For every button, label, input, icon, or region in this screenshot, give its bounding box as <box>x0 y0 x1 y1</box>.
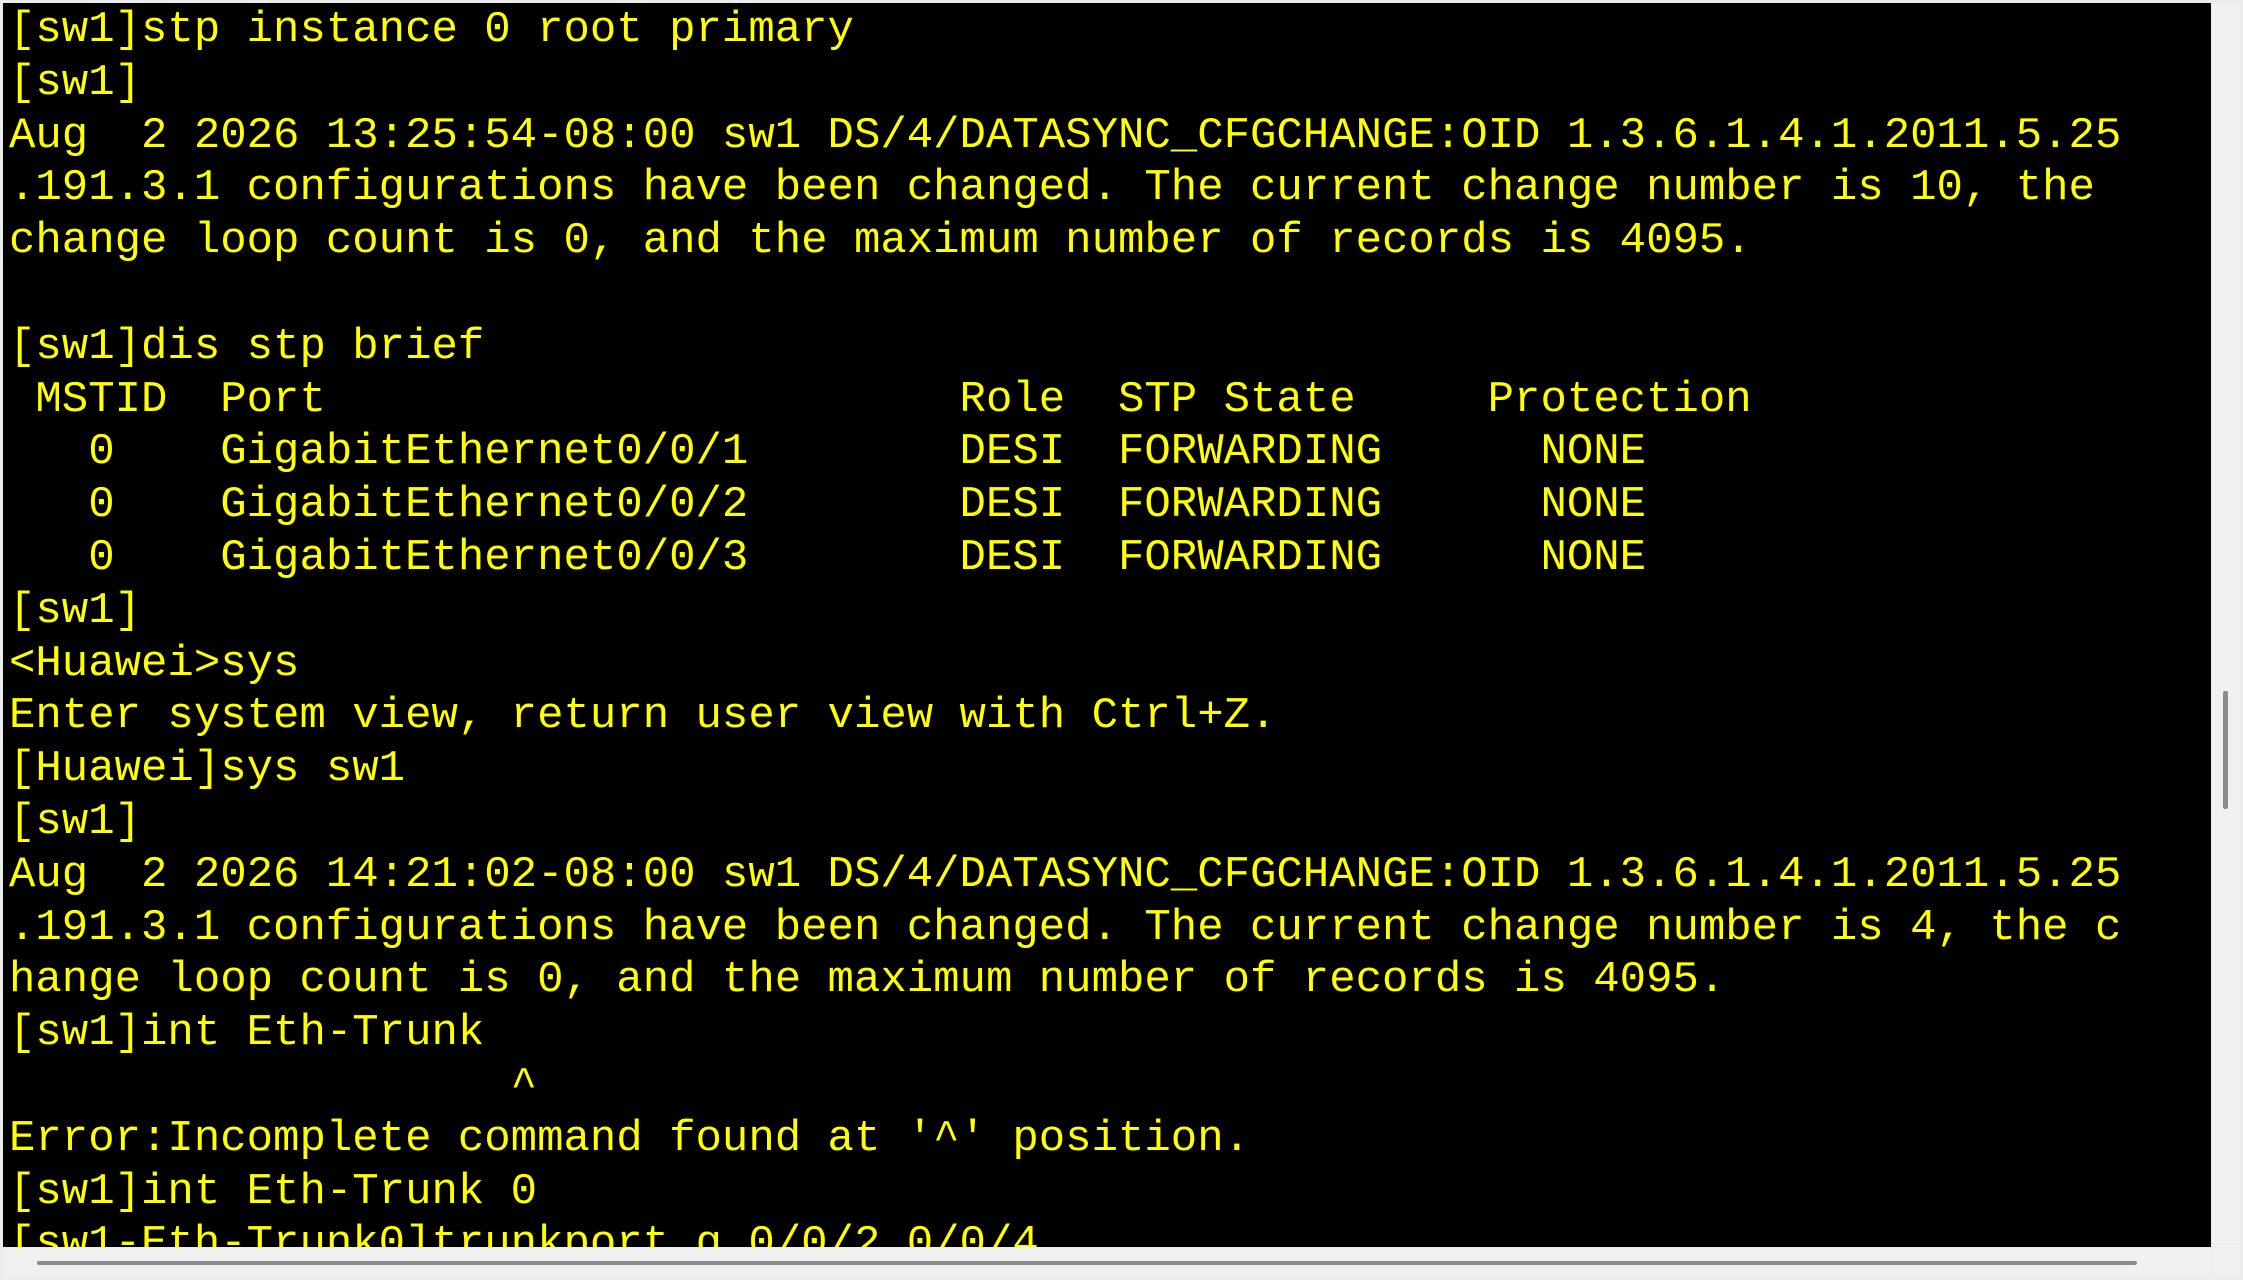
horizontal-scrollbar-thumb[interactable] <box>37 1261 2137 1265</box>
terminal-line: <Huawei>sys <box>9 638 300 689</box>
vertical-scrollbar[interactable] <box>2212 3 2240 1247</box>
terminal-window: [sw1]stp instance 0 root primary [sw1] A… <box>0 0 2243 1280</box>
terminal-line: Aug 2 2026 13:25:54-08:00 sw1 DS/4/DATAS… <box>9 110 2122 161</box>
terminal-line: ^ <box>9 1060 538 1111</box>
terminal-line: Error:Incomplete command found at '^' po… <box>9 1113 1251 1164</box>
terminal-line: change loop count is 0, and the maximum … <box>9 216 1752 267</box>
terminal-lines: [sw1]stp instance 0 root primary [sw1] A… <box>9 4 2209 1247</box>
terminal-line: 0 GigabitEthernet0/0/2 DESI FORWARDING N… <box>9 480 1647 531</box>
terminal-line: [sw1]stp instance 0 root primary <box>9 5 854 55</box>
terminal-line: [sw1]int Eth-Trunk 0 <box>9 1166 538 1217</box>
terminal-line: MSTID Port Role STP State Protection <box>9 374 1752 425</box>
terminal-line: 0 GigabitEthernet0/0/1 DESI FORWARDING N… <box>9 427 1647 478</box>
terminal-line: .191.3.1 configurations have been change… <box>9 163 2095 214</box>
terminal-line: [sw1]dis stp brief <box>9 321 485 372</box>
horizontal-scrollbar[interactable] <box>3 1248 2211 1278</box>
terminal-line: [sw1] <box>9 796 142 847</box>
terminal-line: [sw1] <box>9 57 142 108</box>
terminal-line: Aug 2 2026 14:21:02-08:00 sw1 DS/4/DATAS… <box>9 849 2122 900</box>
terminal-output[interactable]: [sw1]stp instance 0 root primary [sw1] A… <box>3 3 2211 1247</box>
terminal-line: Enter system view, return user view with… <box>9 691 1277 742</box>
terminal-line: .191.3.1 configurations have been change… <box>9 902 2122 953</box>
terminal-line: [Huawei]sys sw1 <box>9 744 406 795</box>
terminal-line: 0 GigabitEthernet0/0/3 DESI FORWARDING N… <box>9 532 1647 583</box>
terminal-line: [sw1]int Eth-Trunk <box>9 1008 485 1059</box>
scrollbar-corner <box>2212 1248 2240 1278</box>
vertical-scrollbar-thumb[interactable] <box>2223 691 2228 809</box>
terminal-line: [sw1-Eth-Trunk0]trunkport g 0/0/2 0/0/4 <box>9 1219 1039 1247</box>
terminal-line: [sw1] <box>9 585 142 636</box>
terminal-line: hange loop count is 0, and the maximum n… <box>9 955 1726 1006</box>
